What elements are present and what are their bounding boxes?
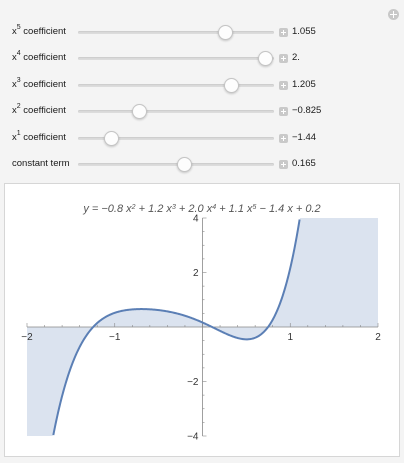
y-tick-label: −4 (187, 432, 199, 443)
x-tick-label: 2 (375, 332, 381, 343)
y-tick-label: 2 (193, 268, 199, 279)
x-tick-label: 1 (287, 332, 293, 343)
equation-title: y = −0.8 x2 + 1.2 x3 + 2.0 x4 + 1.1 x5 −… (82, 203, 320, 215)
x-tick-label: −2 (21, 332, 33, 343)
y-tick-label: −2 (187, 377, 199, 388)
polynomial-plot: −2 −1 1 2 4 2 −2 −4 y = −0.8 x2 + 1.2 x3 + 2.0 x… (21, 203, 381, 443)
x-tick-label: −1 (109, 332, 121, 343)
y-tick-label: 4 (193, 214, 199, 225)
